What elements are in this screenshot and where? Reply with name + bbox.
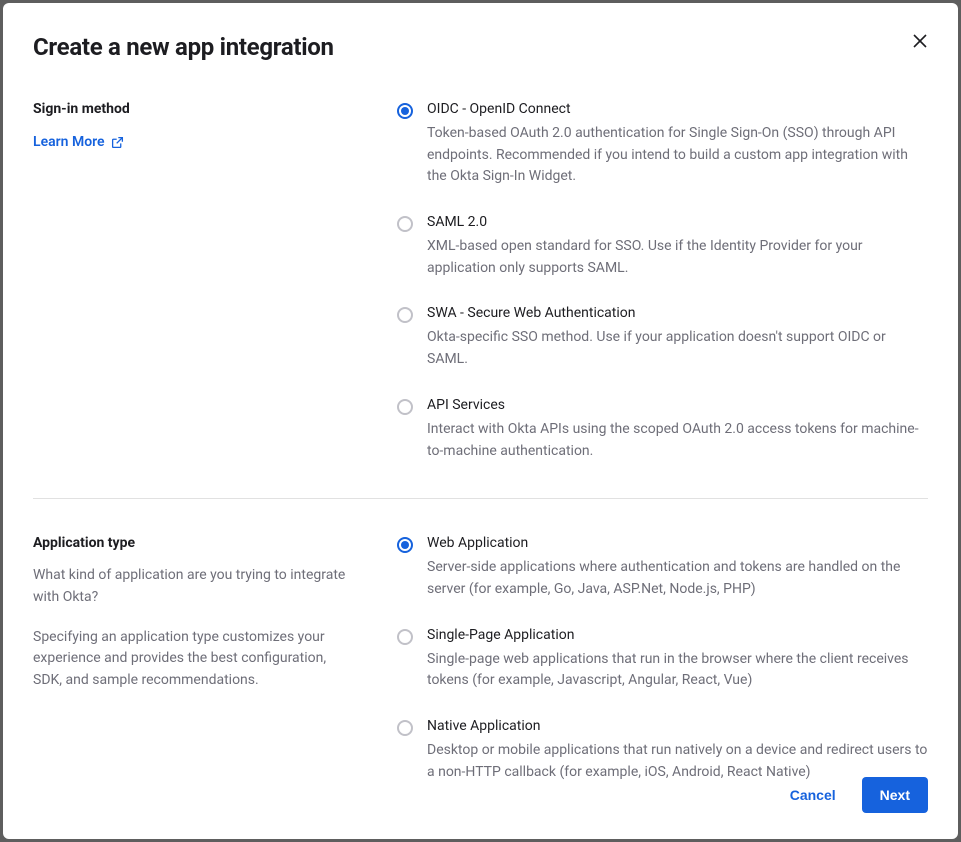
create-app-integration-modal: Create a new app integration Sign-in met… bbox=[3, 3, 958, 839]
close-button[interactable] bbox=[910, 31, 930, 51]
sign-in-method-label: Sign-in method bbox=[33, 101, 357, 117]
modal-footer: Cancel Next bbox=[784, 777, 928, 813]
application-type-label: Application type bbox=[33, 535, 357, 551]
learn-more-link[interactable]: Learn More bbox=[33, 134, 124, 150]
radio-indicator bbox=[397, 216, 413, 232]
option-description: Server-side applications where authentic… bbox=[427, 557, 928, 600]
radio-indicator bbox=[397, 307, 413, 323]
sign-in-option-oidc[interactable]: OIDC - OpenID Connect Token-based OAuth … bbox=[397, 101, 928, 188]
cancel-button[interactable]: Cancel bbox=[784, 777, 842, 813]
option-title: OIDC - OpenID Connect bbox=[427, 101, 928, 117]
option-description: Single-page web applications that run in… bbox=[427, 649, 928, 692]
sign-in-option-swa[interactable]: SWA - Secure Web Authentication Okta-spe… bbox=[397, 305, 928, 370]
section-divider bbox=[33, 498, 928, 499]
radio-indicator bbox=[397, 399, 413, 415]
sign-in-option-saml[interactable]: SAML 2.0 XML-based open standard for SSO… bbox=[397, 214, 928, 279]
option-title: Web Application bbox=[427, 535, 928, 551]
sign-in-method-section: Sign-in method Learn More OIDC - OpenID … bbox=[33, 101, 928, 490]
app-type-option-spa[interactable]: Single-Page Application Single-page web … bbox=[397, 627, 928, 692]
option-title: SAML 2.0 bbox=[427, 214, 928, 230]
option-description: Okta-specific SSO method. Use if your ap… bbox=[427, 327, 928, 370]
application-type-help-question: What kind of application are you trying … bbox=[33, 565, 357, 608]
app-type-option-native[interactable]: Native Application Desktop or mobile app… bbox=[397, 718, 928, 783]
radio-indicator bbox=[397, 103, 413, 119]
application-type-section: Application type What kind of applicatio… bbox=[33, 535, 928, 811]
learn-more-text: Learn More bbox=[33, 134, 105, 150]
close-icon bbox=[913, 34, 927, 48]
modal-title: Create a new app integration bbox=[33, 33, 928, 61]
application-type-help-explanation: Specifying an application type customize… bbox=[33, 627, 357, 692]
radio-indicator bbox=[397, 720, 413, 736]
app-type-option-web[interactable]: Web Application Server-side applications… bbox=[397, 535, 928, 600]
option-title: Single-Page Application bbox=[427, 627, 928, 643]
option-title: API Services bbox=[427, 397, 928, 413]
sign-in-option-api-services[interactable]: API Services Interact with Okta APIs usi… bbox=[397, 397, 928, 462]
option-description: Token-based OAuth 2.0 authentication for… bbox=[427, 123, 928, 188]
external-link-icon bbox=[111, 136, 124, 149]
radio-indicator bbox=[397, 629, 413, 645]
option-description: Interact with Okta APIs using the scoped… bbox=[427, 419, 928, 462]
option-title: Native Application bbox=[427, 718, 928, 734]
option-description: XML-based open standard for SSO. Use if … bbox=[427, 236, 928, 279]
next-button[interactable]: Next bbox=[862, 777, 928, 813]
radio-indicator bbox=[397, 537, 413, 553]
option-title: SWA - Secure Web Authentication bbox=[427, 305, 928, 321]
